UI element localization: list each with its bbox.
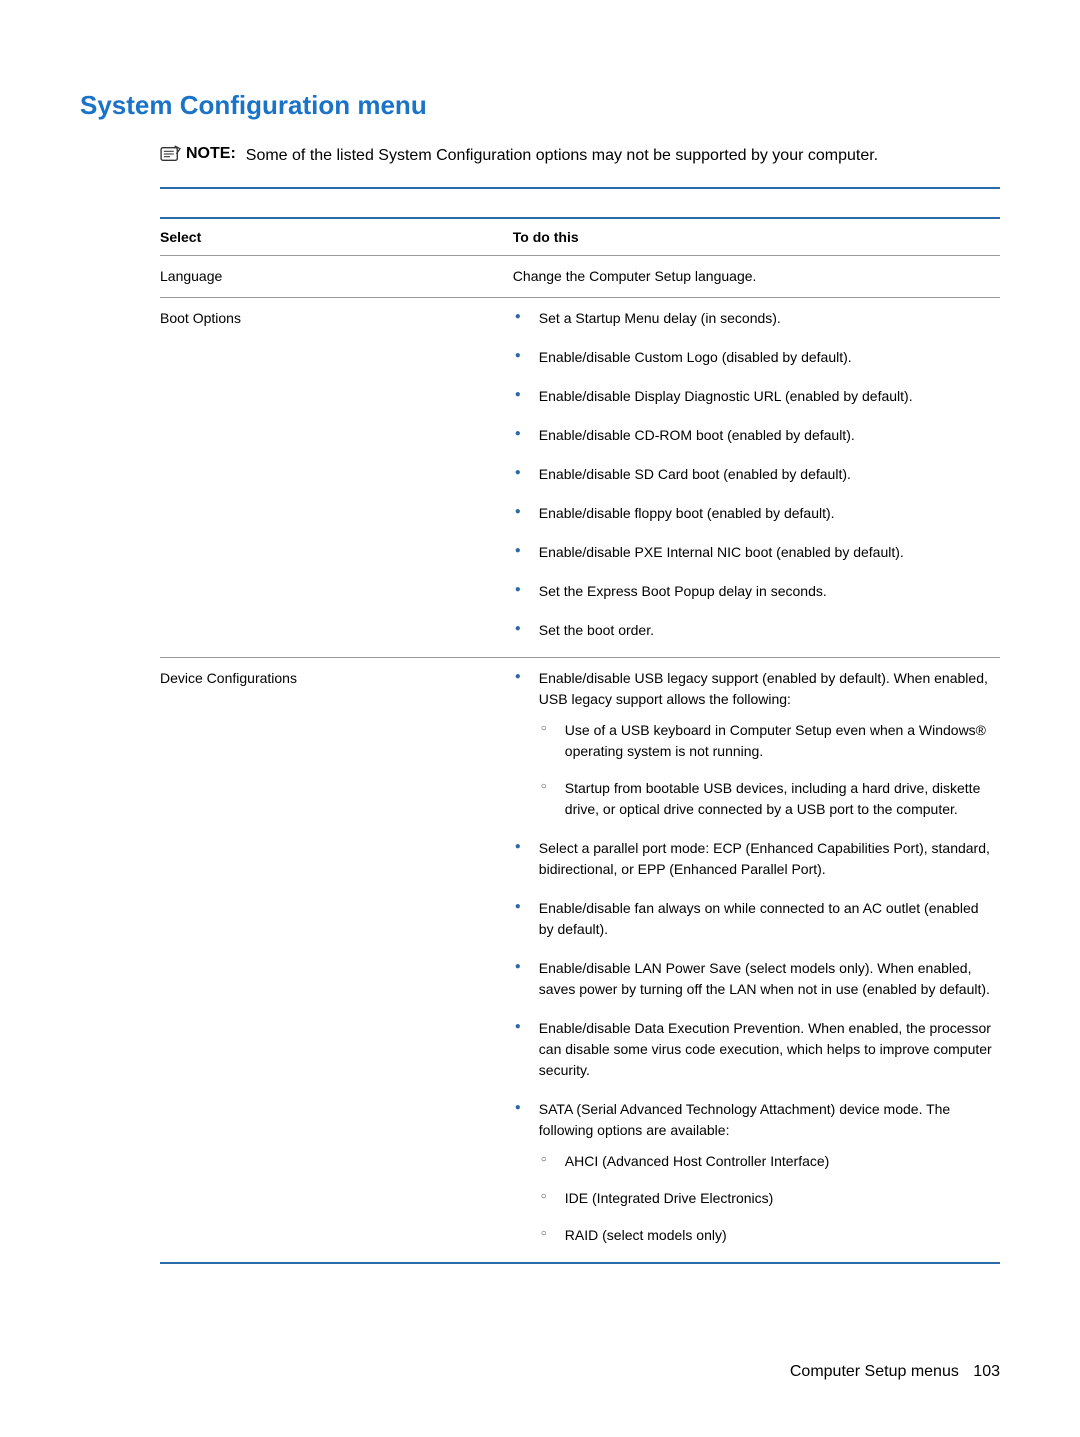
footer-section: Computer Setup menus	[790, 1363, 959, 1380]
table-header-row: Select To do this	[160, 218, 1000, 256]
list-item: Enable/disable fan always on while conne…	[513, 898, 994, 958]
footer-page-number: 103	[973, 1363, 1000, 1380]
list-item: Enable/disable Data Execution Prevention…	[513, 1018, 994, 1099]
list-item: Enable/disable PXE Internal NIC boot (en…	[513, 542, 994, 581]
note-label: NOTE:	[186, 145, 236, 163]
row-todo: Change the Computer Setup language.	[513, 256, 1000, 298]
list-item: Set the boot order.	[513, 620, 994, 647]
list-item: Enable/disable LAN Power Save (select mo…	[513, 958, 994, 1018]
list-item: SATA (Serial Advanced Technology Attachm…	[513, 1099, 994, 1252]
list-item: Use of a USB keyboard in Computer Setup …	[539, 720, 994, 778]
note-block: NOTE: Some of the listed System Configur…	[160, 139, 1000, 189]
list-item: Startup from bootable USB devices, inclu…	[539, 778, 994, 820]
sub-list: Use of a USB keyboard in Computer Setup …	[539, 710, 994, 820]
col-header-todo: To do this	[513, 218, 1000, 256]
list-item: RAID (select models only)	[539, 1225, 994, 1246]
row-todo: Set a Startup Menu delay (in seconds). E…	[513, 298, 1000, 658]
list-item: Enable/disable floppy boot (enabled by d…	[513, 503, 994, 542]
list-item: Enable/disable CD-ROM boot (enabled by d…	[513, 425, 994, 464]
table-row: Boot Options Set a Startup Menu delay (i…	[160, 298, 1000, 658]
col-header-select: Select	[160, 218, 513, 256]
list-item: Enable/disable USB legacy support (enabl…	[513, 668, 994, 838]
list-item: IDE (Integrated Drive Electronics)	[539, 1188, 994, 1225]
sub-list: AHCI (Advanced Host Controller Interface…	[539, 1141, 994, 1246]
page-footer: Computer Setup menus 103	[790, 1363, 1000, 1381]
note-text: Some of the listed System Configuration …	[246, 145, 878, 167]
list-item: AHCI (Advanced Host Controller Interface…	[539, 1151, 994, 1188]
list-item: Set the Express Boot Popup delay in seco…	[513, 581, 994, 620]
list-item: Select a parallel port mode: ECP (Enhanc…	[513, 838, 994, 898]
list-item: Set a Startup Menu delay (in seconds).	[513, 308, 994, 347]
bullet-list: Set a Startup Menu delay (in seconds). E…	[513, 308, 994, 647]
bullet-list: Enable/disable USB legacy support (enabl…	[513, 668, 994, 1252]
config-table-wrap: Select To do this Language Change the Co…	[160, 217, 1000, 1264]
row-todo: Enable/disable USB legacy support (enabl…	[513, 658, 1000, 1264]
list-item: Enable/disable SD Card boot (enabled by …	[513, 464, 994, 503]
table-row: Device Configurations Enable/disable USB…	[160, 658, 1000, 1264]
list-item: Enable/disable Display Diagnostic URL (e…	[513, 386, 994, 425]
row-select: Language	[160, 256, 513, 298]
note-icon	[160, 145, 182, 163]
config-table: Select To do this Language Change the Co…	[160, 217, 1000, 1264]
page-heading: System Configuration menu	[80, 90, 1000, 121]
table-row: Language Change the Computer Setup langu…	[160, 256, 1000, 298]
row-select: Boot Options	[160, 298, 513, 658]
list-item: Enable/disable Custom Logo (disabled by …	[513, 347, 994, 386]
row-select: Device Configurations	[160, 658, 513, 1264]
page: System Configuration menu NOTE: Some of …	[0, 0, 1080, 1437]
